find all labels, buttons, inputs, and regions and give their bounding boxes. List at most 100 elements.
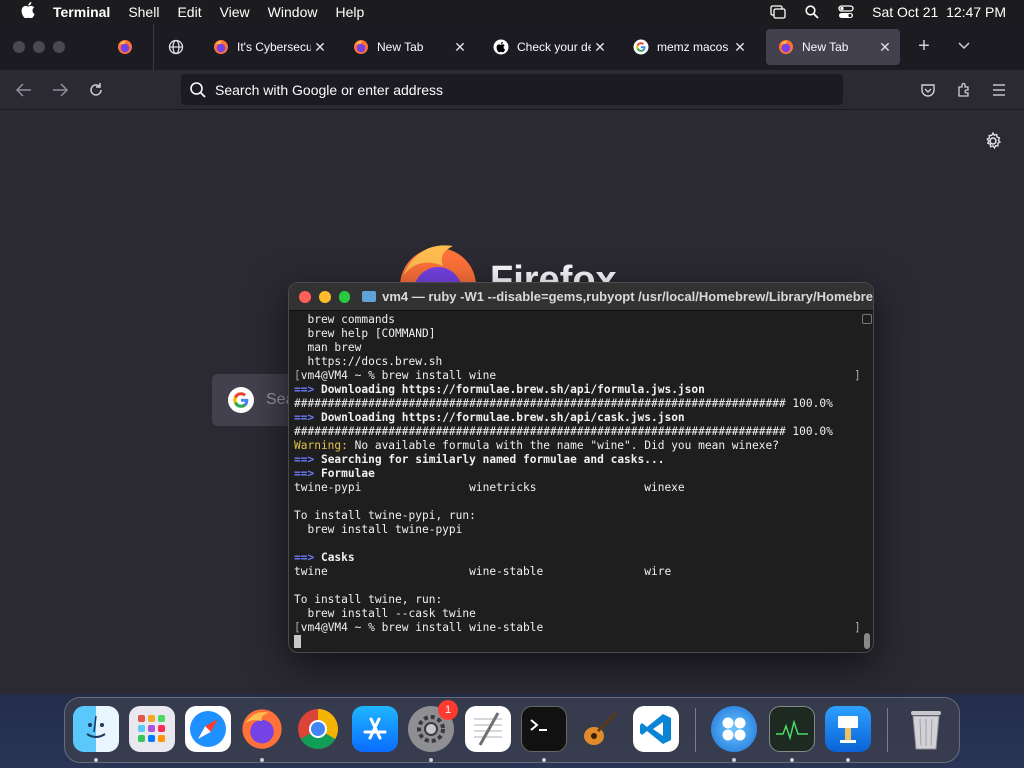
- chrome-icon: [298, 709, 338, 749]
- close-window-button[interactable]: [13, 41, 25, 53]
- dock-separator: [695, 708, 696, 752]
- tab-new-tab-1[interactable]: New Tab ✕: [341, 29, 475, 65]
- vscode-icon: [640, 714, 671, 744]
- dock-keynote[interactable]: [825, 706, 871, 752]
- screen-mirroring-icon[interactable]: [770, 5, 786, 19]
- dock-finder[interactable]: [73, 706, 119, 752]
- close-tab-icon[interactable]: ✕: [451, 39, 469, 56]
- terminal-line: https://docs.brew.sh: [294, 355, 859, 369]
- list-all-tabs-chevron-icon[interactable]: [953, 35, 975, 57]
- prompt-bracket: [: [294, 621, 301, 634]
- terminal-line-text: https://docs.brew.sh: [294, 355, 443, 368]
- keynote-podium-icon: [838, 716, 858, 743]
- finder-icon: [86, 715, 106, 738]
- terminal-close-button[interactable]: [299, 290, 311, 303]
- forward-arrow-icon[interactable]: [50, 80, 70, 100]
- window-controls: [13, 41, 65, 53]
- zoom-window-button[interactable]: [53, 41, 65, 53]
- firefox-icon: [118, 40, 132, 54]
- spotlight-search-icon[interactable]: [804, 5, 820, 19]
- scrollbar-thumb[interactable]: [864, 633, 870, 649]
- close-tab-icon[interactable]: ✕: [876, 39, 894, 56]
- terminal-line-text: To install twine, run:: [294, 593, 443, 606]
- apple-menu-icon[interactable]: [18, 2, 38, 22]
- reload-icon[interactable]: [86, 80, 106, 100]
- terminal-output[interactable]: brew commands brew help [COMMAND] man br…: [294, 313, 859, 649]
- launchpad-grid-icon: [138, 715, 165, 742]
- tab-title: New Tab: [802, 40, 849, 54]
- address-bar[interactable]: Search with Google or enter address: [181, 74, 843, 105]
- dock-chrome[interactable]: [295, 706, 341, 752]
- extensions-icon[interactable]: [954, 80, 974, 100]
- close-tab-icon[interactable]: ✕: [731, 39, 749, 56]
- tab-cybersecurity[interactable]: It's Cybersecurity ✕: [201, 29, 335, 65]
- prompt-bracket: ]: [854, 621, 859, 635]
- tab-title: New Tab: [377, 40, 424, 54]
- running-indicator: [846, 758, 850, 762]
- dock-app-store[interactable]: [352, 706, 398, 752]
- dock-trash[interactable]: [903, 706, 949, 752]
- pinned-tab-firefox[interactable]: [107, 29, 143, 65]
- pocket-icon[interactable]: [918, 80, 938, 100]
- dock-terminal[interactable]: [521, 706, 567, 752]
- terminal-line: brew help [COMMAND]: [294, 327, 859, 341]
- close-tab-icon[interactable]: ✕: [591, 39, 609, 56]
- menu-app-terminal[interactable]: Terminal: [53, 4, 110, 20]
- terminal-zoom-button[interactable]: [338, 290, 351, 303]
- running-indicator: [260, 758, 264, 762]
- menu-edit[interactable]: Edit: [177, 4, 201, 20]
- menubar-clock[interactable]: Sat Oct 21 12:47 PM: [872, 4, 1006, 20]
- running-indicator: [732, 758, 736, 762]
- tab-check-device[interactable]: Check your device ✕: [481, 29, 615, 65]
- terminal-line-text: Casks: [314, 551, 355, 564]
- terminal-line: To install twine-pypi, run:: [294, 509, 859, 523]
- dock-multi-app[interactable]: [711, 706, 757, 752]
- google-icon: [228, 387, 254, 413]
- minimize-window-button[interactable]: [33, 41, 45, 53]
- dock-launchpad[interactable]: [129, 706, 175, 752]
- terminal-title-bar[interactable]: vm4 — ruby -W1 --disable=gems,rubyopt /u…: [289, 283, 873, 311]
- terminal-scrollbar[interactable]: [861, 313, 873, 651]
- menu-shell[interactable]: Shell: [128, 4, 159, 20]
- gear-icon[interactable]: [983, 131, 1003, 151]
- back-arrow-icon[interactable]: [14, 80, 34, 100]
- terminal-line: ########################################…: [294, 397, 859, 411]
- new-tab-plus-icon[interactable]: +: [913, 35, 935, 57]
- dock-vscode[interactable]: [633, 706, 679, 752]
- terminal-line-text: Downloading https://formulae.brew.sh/api…: [314, 383, 705, 396]
- prompt-bracket: ]: [854, 369, 859, 383]
- terminal-line-text: No available formula with the name "wine…: [347, 439, 779, 452]
- menu-help[interactable]: Help: [335, 4, 364, 20]
- terminal-line-text: twine-pypi winetricks winexe: [294, 481, 685, 494]
- prompt-bracket: [: [294, 369, 301, 382]
- app-store-icon: [363, 717, 387, 740]
- terminal-minimize-button[interactable]: [318, 290, 331, 303]
- hamburger-menu-icon[interactable]: [989, 80, 1009, 100]
- close-tab-icon[interactable]: ✕: [311, 39, 329, 56]
- safari-compass-icon: [190, 711, 226, 747]
- terminal-line: brew install --cask twine: [294, 607, 859, 621]
- warning-label: Warning:: [294, 439, 348, 452]
- pinned-tab-globe[interactable]: [158, 29, 194, 65]
- dock-activity-monitor[interactable]: [769, 706, 815, 752]
- tab-memz-search[interactable]: memz macos - Goog ✕: [621, 29, 755, 65]
- trash-icon: [911, 711, 941, 750]
- control-center-icon[interactable]: [838, 5, 854, 19]
- terminal-line-text: brew install twine-pypi: [294, 523, 463, 536]
- dock-system-settings[interactable]: 1: [408, 700, 458, 752]
- dock-textedit[interactable]: [465, 706, 511, 752]
- menu-window[interactable]: Window: [268, 4, 318, 20]
- terminal-prompt-line: [vm4@VM4 ~ % brew install wine]: [294, 369, 859, 383]
- terminal-cursor-line: [294, 635, 859, 649]
- terminal-line-text: To install twine-pypi, run:: [294, 509, 476, 522]
- menu-view[interactable]: View: [220, 4, 250, 20]
- guitar-icon: [584, 711, 618, 745]
- dock-garageband[interactable]: [577, 706, 623, 752]
- tab-new-tab-active[interactable]: New Tab ✕: [766, 29, 900, 65]
- dock-safari[interactable]: [185, 706, 231, 752]
- firefox-icon: [242, 709, 282, 749]
- terminal-line-text: vm4@VM4 ~ % brew install wine: [300, 369, 497, 382]
- dock-firefox[interactable]: [239, 706, 285, 752]
- terminal-window[interactable]: vm4 — ruby -W1 --disable=gems,rubyopt /u…: [288, 282, 874, 653]
